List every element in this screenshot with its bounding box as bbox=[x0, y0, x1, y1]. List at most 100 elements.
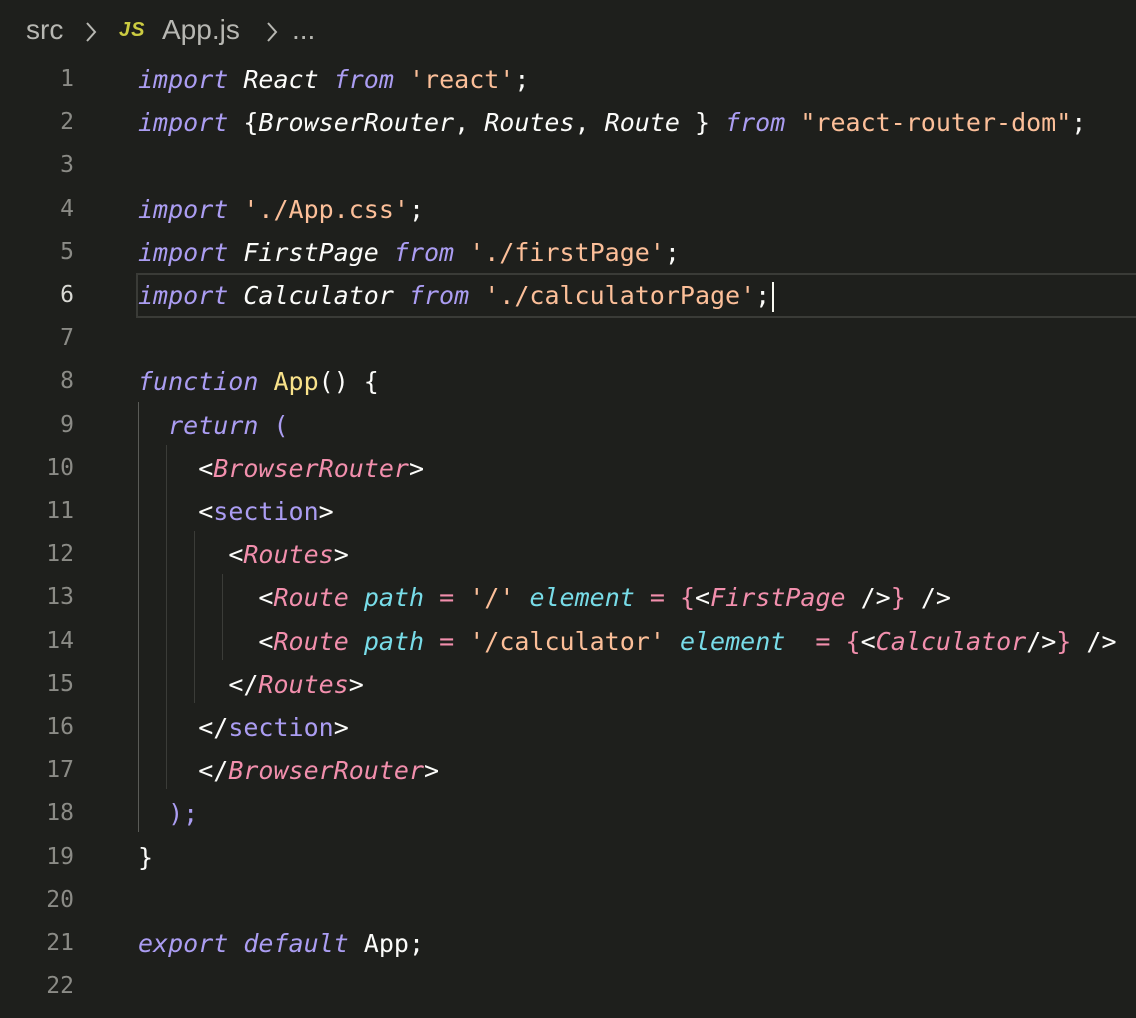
line-number: 2 bbox=[60, 109, 74, 136]
code-token: function bbox=[138, 367, 259, 397]
code-token: } bbox=[890, 583, 906, 613]
breadcrumb-folder[interactable]: src bbox=[26, 14, 63, 46]
code-token: > bbox=[333, 713, 349, 742]
code-token: { bbox=[243, 108, 259, 138]
code-token: Routes bbox=[258, 669, 349, 699]
code-line[interactable]: import Calculator from './calculatorPage… bbox=[136, 273, 1136, 318]
code-token: = bbox=[815, 626, 831, 656]
code-line[interactable]: import React from 'react'; bbox=[138, 58, 1136, 101]
line-number: 10 bbox=[46, 454, 74, 481]
code-token: './calculatorPage' bbox=[484, 281, 756, 310]
code-line[interactable]: import {BrowserRouter, Routes, Route } f… bbox=[138, 101, 1136, 144]
code-line[interactable]: </Routes> bbox=[138, 663, 1136, 706]
code-token: ; bbox=[664, 237, 680, 267]
code-line[interactable]: ); bbox=[138, 792, 1136, 835]
code-token: , bbox=[454, 108, 485, 138]
code-line[interactable]: return ( bbox=[138, 404, 1136, 447]
code-line[interactable] bbox=[138, 965, 1136, 1008]
code-token: ); bbox=[168, 799, 199, 829]
code-token: ; bbox=[755, 281, 771, 310]
code-line[interactable]: <Route path = '/calculator' element = {<… bbox=[138, 620, 1136, 663]
code-token: ; bbox=[1071, 108, 1087, 138]
code-token: Route bbox=[273, 626, 349, 656]
line-number: 1 bbox=[60, 66, 74, 92]
code-token: default bbox=[243, 929, 349, 958]
code-line[interactable]: <Route path = '/' element = {<FirstPage … bbox=[138, 576, 1136, 619]
chevron-right-icon bbox=[86, 22, 97, 42]
line-number: 4 bbox=[60, 195, 74, 222]
code-token: import bbox=[138, 237, 229, 267]
code-token: /> bbox=[845, 583, 891, 613]
code-token: App bbox=[273, 367, 319, 397]
code-line[interactable]: <section> bbox=[138, 490, 1136, 533]
code-token: } bbox=[1056, 626, 1072, 656]
text-cursor bbox=[772, 282, 775, 312]
code-token: Routes bbox=[484, 108, 575, 138]
code-line[interactable]: export default App; bbox=[138, 922, 1136, 965]
code-line[interactable] bbox=[138, 317, 1136, 360]
code-token: ; bbox=[408, 194, 425, 224]
breadcrumb-file[interactable]: App.js bbox=[162, 14, 240, 46]
code-token: = bbox=[439, 626, 455, 656]
code-line[interactable]: } bbox=[138, 836, 1136, 879]
code-token: export bbox=[138, 929, 229, 958]
code-line[interactable]: function App() { bbox=[138, 360, 1136, 403]
breadcrumb-more[interactable]: ... bbox=[292, 14, 315, 46]
code-token: App bbox=[363, 929, 409, 958]
code-token: FirstPage bbox=[710, 583, 846, 613]
chevron-right-icon bbox=[267, 22, 278, 42]
code-line[interactable]: </section> bbox=[138, 706, 1136, 749]
line-number: 20 bbox=[46, 886, 74, 913]
code-token: > bbox=[348, 669, 364, 699]
code-token: < bbox=[198, 453, 214, 483]
code-token: path bbox=[363, 583, 425, 613]
code-line[interactable]: </BrowserRouter> bbox=[138, 749, 1136, 792]
line-number: 11 bbox=[46, 498, 74, 524]
code-line[interactable]: <BrowserRouter> bbox=[138, 447, 1136, 490]
code-token: 'react' bbox=[408, 65, 515, 94]
code-token: from bbox=[393, 237, 455, 267]
line-number: 15 bbox=[46, 670, 74, 697]
code-token: from bbox=[333, 65, 394, 94]
code-editor[interactable]: src JS App.js ... 1 2 3 4 5 6 7 8 9 10 11 12 13 14 15 1… bbox=[0, 0, 1136, 1018]
code-token: path bbox=[363, 626, 425, 656]
line-number: 9 bbox=[60, 411, 74, 438]
code-token: /> bbox=[1071, 626, 1117, 656]
code-line[interactable]: import './App.css'; bbox=[138, 188, 1136, 231]
code-line[interactable]: <Routes> bbox=[138, 533, 1136, 576]
line-number: 3 bbox=[60, 152, 74, 179]
code-token: ; bbox=[408, 929, 425, 958]
code-line[interactable] bbox=[138, 144, 1136, 187]
line-number: 18 bbox=[46, 800, 74, 827]
code-line[interactable] bbox=[138, 879, 1136, 922]
code-token: () { bbox=[318, 367, 379, 397]
code-token: Routes bbox=[243, 540, 334, 570]
code-line[interactable]: import FirstPage from './firstPage'; bbox=[138, 231, 1136, 274]
code-token: { bbox=[845, 626, 861, 656]
code-token: /> bbox=[905, 583, 951, 613]
code-token: </ bbox=[198, 713, 229, 742]
code-token: > bbox=[424, 756, 440, 786]
